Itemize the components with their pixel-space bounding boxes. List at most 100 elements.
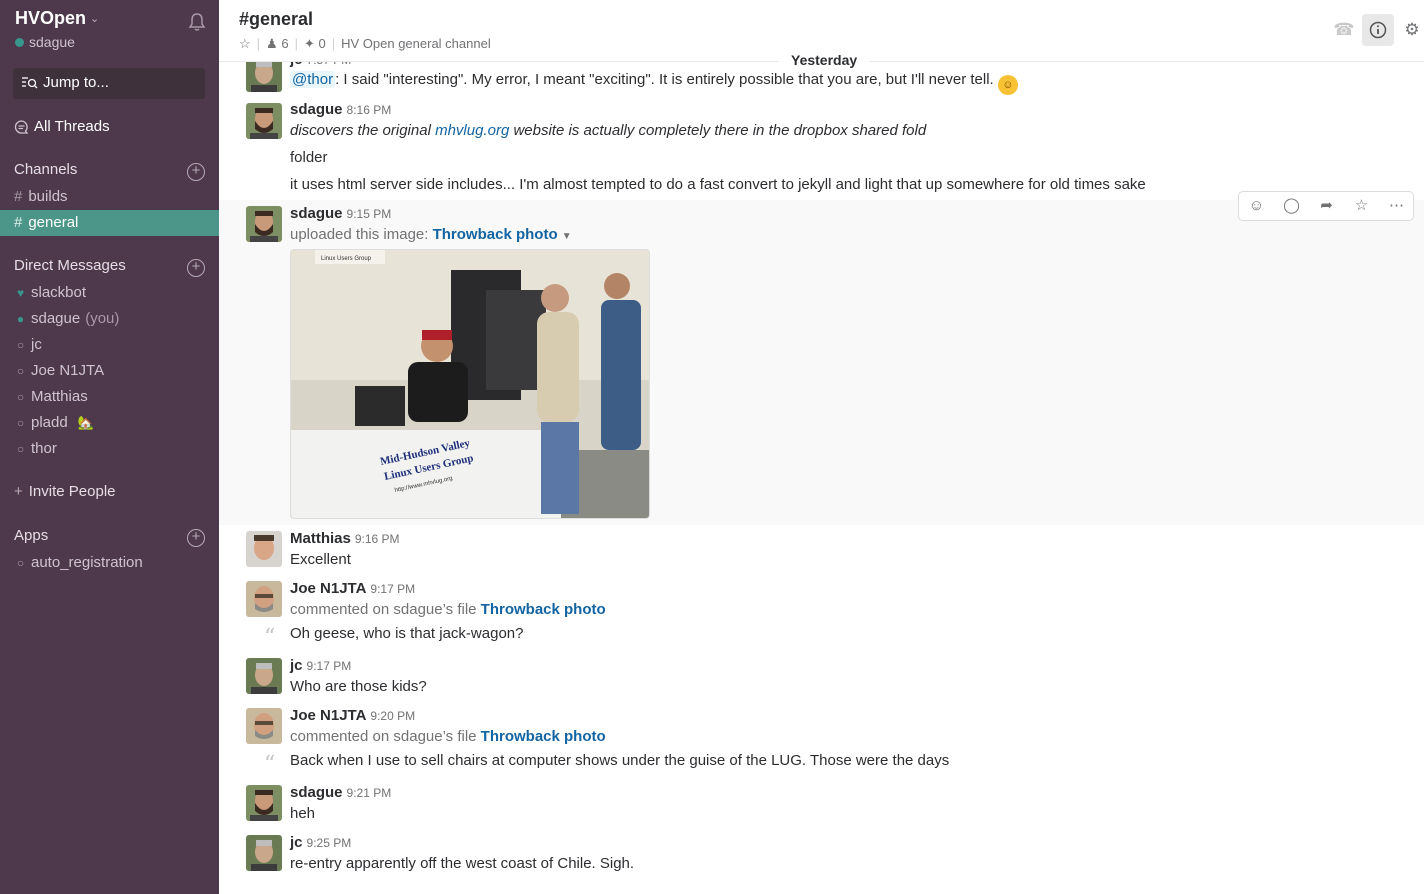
message-text: heh bbox=[290, 805, 316, 822]
sender-name[interactable]: jc bbox=[290, 834, 303, 851]
sender-name[interactable]: Matthias bbox=[290, 530, 351, 547]
star-icon[interactable]: ☆ bbox=[239, 36, 251, 52]
file-title-link[interactable]: Throwback photo bbox=[481, 728, 606, 745]
apps-heading[interactable]: Apps bbox=[14, 527, 48, 544]
message: Joe N1JTA 9:20 PM commented on sdague’s f… bbox=[219, 702, 1424, 780]
dm-label: sdague bbox=[31, 310, 81, 327]
avatar[interactable] bbox=[246, 531, 282, 567]
timestamp[interactable]: 9:16 PM bbox=[355, 532, 400, 546]
add-reaction-icon[interactable]: ☺ bbox=[1239, 192, 1274, 220]
pin-count[interactable]: 0 bbox=[318, 36, 325, 51]
search-icon bbox=[22, 77, 38, 89]
dm-item-jc[interactable]: ○ jc bbox=[0, 332, 219, 358]
call-icon[interactable]: ☎ bbox=[1328, 14, 1360, 46]
presence-active-icon: ● bbox=[16, 312, 25, 326]
sender-name[interactable]: sdague bbox=[290, 101, 343, 118]
channel-item-builds[interactable]: # builds bbox=[0, 184, 219, 210]
info-icon[interactable] bbox=[1362, 14, 1394, 46]
file-title-link[interactable]: Throwback photo bbox=[481, 601, 606, 618]
avatar[interactable] bbox=[246, 206, 282, 242]
dm-item-joe-n1jta[interactable]: ○ Joe N1JTA bbox=[0, 358, 219, 384]
more-actions-icon[interactable]: ⋯ bbox=[1379, 192, 1414, 220]
channel-title[interactable]: #general bbox=[239, 9, 313, 30]
avatar[interactable] bbox=[246, 581, 282, 617]
all-threads-link[interactable]: All Threads bbox=[14, 118, 110, 135]
dm-item-pladd[interactable]: ○ pladd 🏡 bbox=[0, 410, 219, 436]
sender-name[interactable]: sdague bbox=[290, 784, 343, 801]
dm-item-thor[interactable]: ○ thor bbox=[0, 436, 219, 462]
app-item-auto-registration[interactable]: ○ auto_registration bbox=[0, 550, 219, 576]
sender-name[interactable]: Joe N1JTA bbox=[290, 707, 366, 724]
dm-label: pladd bbox=[31, 414, 68, 431]
message: jc 9:17 PM Who are those kids? bbox=[219, 652, 1424, 702]
heart-icon: ♥ bbox=[16, 286, 25, 300]
timestamp[interactable]: 9:17 PM bbox=[370, 582, 415, 596]
quote-icon: “ bbox=[264, 625, 276, 650]
member-count[interactable]: 6 bbox=[281, 36, 288, 51]
photo-banner-top: Linux Users Group bbox=[321, 256, 372, 262]
message-body: : I said "interesting". My error, I mean… bbox=[335, 71, 994, 88]
message-body: website is actually completely there in … bbox=[509, 122, 927, 139]
avatar[interactable] bbox=[246, 835, 282, 871]
avatar[interactable] bbox=[246, 785, 282, 821]
user-mention[interactable]: @thor bbox=[290, 71, 336, 88]
upload-text: uploaded this image: bbox=[290, 226, 433, 243]
presence-away-icon: ○ bbox=[16, 390, 25, 404]
invite-people-button[interactable]: + Invite People bbox=[14, 483, 116, 500]
channels-heading[interactable]: Channels bbox=[14, 161, 77, 178]
invite-people-label: Invite People bbox=[28, 483, 116, 500]
pin-icon[interactable]: ✦ bbox=[304, 36, 315, 52]
message-text: it uses html server side includes... I'm… bbox=[290, 176, 1146, 193]
star-icon[interactable]: ☆ bbox=[1344, 192, 1379, 220]
add-app-icon[interactable]: + bbox=[187, 529, 205, 547]
message-header: Joe N1JTA 9:17 PM bbox=[290, 580, 415, 597]
timestamp[interactable]: 8:16 PM bbox=[347, 103, 392, 117]
workspace-header[interactable]: HVOpen ⌄ sdague bbox=[15, 8, 207, 56]
add-dm-icon[interactable]: + bbox=[187, 259, 205, 277]
threads-icon bbox=[14, 120, 29, 134]
presence-away-icon: ○ bbox=[16, 416, 25, 430]
hash-icon: # bbox=[14, 188, 23, 205]
timestamp[interactable]: 9:21 PM bbox=[347, 786, 392, 800]
avatar[interactable] bbox=[246, 708, 282, 744]
timestamp[interactable]: 9:20 PM bbox=[370, 709, 415, 723]
avatar[interactable] bbox=[246, 658, 282, 694]
notifications-bell-icon[interactable] bbox=[187, 12, 207, 32]
dm-item-sdague[interactable]: ● sdague (you) bbox=[0, 306, 219, 332]
dm-item-matthias[interactable]: ○ Matthias bbox=[0, 384, 219, 410]
message-text: commented on sdague’s file Throwback pho… bbox=[290, 728, 606, 745]
presence-away-icon: ○ bbox=[16, 364, 25, 378]
message-text: @thor: I said "interesting". My error, I… bbox=[290, 71, 1018, 95]
caret-down-icon[interactable]: ▼ bbox=[562, 231, 572, 242]
chevron-down-icon[interactable]: ⌄ bbox=[90, 12, 99, 25]
current-user[interactable]: sdague bbox=[15, 34, 75, 50]
quote-icon: “ bbox=[264, 752, 276, 777]
channel-item-general[interactable]: # general bbox=[0, 210, 219, 236]
message: Joe N1JTA 9:17 PM commented on sdague’s f… bbox=[219, 575, 1424, 653]
workspace-name[interactable]: HVOpen bbox=[15, 8, 86, 29]
timestamp[interactable]: 9:25 PM bbox=[307, 836, 352, 850]
mhvlug-link[interactable]: mhvlug.org bbox=[435, 122, 509, 139]
direct-messages-heading[interactable]: Direct Messages bbox=[14, 257, 126, 274]
throwback-photo[interactable]: Linux Users Group Mid-Hudson Valley Linu… bbox=[290, 249, 650, 519]
timestamp[interactable]: 9:15 PM bbox=[347, 207, 392, 221]
message: Matthias 9:16 PM Excellent bbox=[219, 525, 1424, 575]
dm-item-slackbot[interactable]: ♥ slackbot bbox=[0, 280, 219, 306]
avatar[interactable] bbox=[246, 103, 282, 139]
message-text: Excellent bbox=[290, 551, 351, 568]
jump-to-button[interactable]: Jump to... bbox=[13, 68, 205, 99]
hash-icon: # bbox=[14, 214, 23, 231]
sender-name[interactable]: Joe N1JTA bbox=[290, 580, 366, 597]
gear-icon[interactable]: ⚙ bbox=[1396, 14, 1424, 46]
share-icon[interactable]: ➦ bbox=[1309, 192, 1344, 220]
timestamp[interactable]: 9:17 PM bbox=[307, 659, 352, 673]
comment-quote: Back when I use to sell chairs at comput… bbox=[290, 752, 950, 769]
sender-name[interactable]: sdague bbox=[290, 205, 343, 222]
start-thread-icon[interactable]: ◯ bbox=[1274, 192, 1309, 220]
file-title-link[interactable]: Throwback photo bbox=[433, 226, 558, 243]
members-icon[interactable]: ♟ bbox=[266, 36, 278, 52]
add-channel-icon[interactable]: + bbox=[187, 163, 205, 181]
sender-name[interactable]: jc bbox=[290, 657, 303, 674]
comment-quote: Oh geese, who is that jack-wagon? bbox=[290, 625, 524, 642]
jump-to-label: Jump to... bbox=[43, 74, 109, 91]
